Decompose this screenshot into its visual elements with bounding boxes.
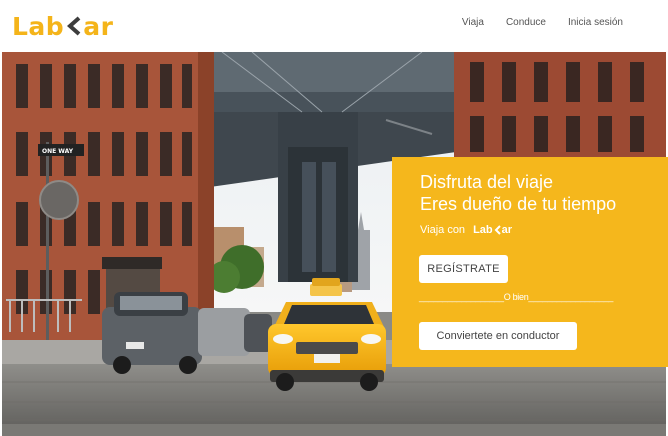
inline-logo-left: Lab <box>473 224 493 236</box>
hero-headline: Disfruta del viaje Eres dueño de tu tiem… <box>420 171 616 215</box>
nav-item-conduce[interactable]: Conduce <box>506 17 546 28</box>
ride-with-label: Viaja con <box>420 224 466 236</box>
brand-logo-right: ar <box>83 11 114 41</box>
chevron-left-icon <box>67 16 81 36</box>
chevron-left-icon <box>494 225 501 235</box>
inline-logo-right: ar <box>501 224 513 236</box>
nav-item-login[interactable]: Inicia sesión <box>568 17 623 28</box>
register-button[interactable]: REGÍSTRATE <box>419 255 508 283</box>
inline-brand-logo: Lab ar <box>473 224 512 236</box>
or-divider: __________________O bien________________… <box>419 292 614 302</box>
signup-panel: Disfruta del viaje Eres dueño de tu tiem… <box>392 157 668 367</box>
brand-logo-left: Lab <box>12 11 65 41</box>
headline-line-1: Disfruta del viaje <box>420 172 554 192</box>
ride-with-row: Viaja con Lab ar <box>420 224 512 236</box>
brand-logo[interactable]: Lab ar <box>12 11 113 41</box>
main-nav: Viaja Conduce Inicia sesión <box>462 17 623 28</box>
headline-line-2: Eres dueño de tu tiempo <box>420 194 617 214</box>
top-header: Lab ar Viaja Conduce Inicia sesión <box>0 0 668 52</box>
street-sign-text: ONE WAY <box>42 148 74 155</box>
become-driver-button[interactable]: Conviertete en conductor <box>419 322 577 350</box>
nav-item-viaja[interactable]: Viaja <box>462 17 484 28</box>
